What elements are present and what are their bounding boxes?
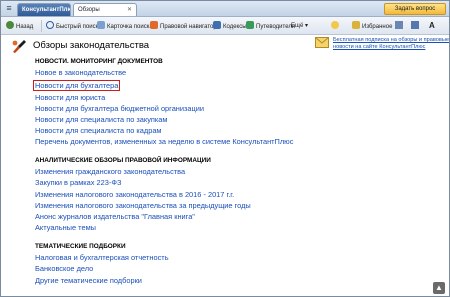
section-heading-analytics: АНАЛИТИЧЕСКИЕ ОБЗОРЫ ПРАВОВОЙ ИНФОРМАЦИИ xyxy=(35,157,211,164)
ask-question-button[interactable]: Задать вопрос xyxy=(384,3,446,15)
codes-icon xyxy=(213,21,221,29)
codes-label: Кодексы xyxy=(223,24,247,30)
navigator-icon xyxy=(150,21,158,29)
link-tax-reporting[interactable]: Налоговая и бухгалтерская отчетность xyxy=(35,253,169,262)
star-icon[interactable] xyxy=(331,21,339,29)
guides-button[interactable]: Путеводители xyxy=(246,21,295,31)
back-arrow-icon xyxy=(6,21,14,29)
link-news-procurement[interactable]: Новости для специалиста по закупкам xyxy=(35,115,168,124)
link-other-topics[interactable]: Другие тематические подборки xyxy=(35,276,142,285)
back-button[interactable]: Назад xyxy=(6,21,33,31)
mail-icon xyxy=(315,37,329,48)
menu-icon[interactable]: ≡ xyxy=(3,3,15,14)
back-label: Назад xyxy=(16,24,34,30)
card-search-icon xyxy=(97,21,105,29)
guides-icon xyxy=(246,21,254,29)
link-tax-2016-2017[interactable]: Изменения налогового законодательства в … xyxy=(35,190,234,199)
section-heading-news: НОВОСТИ. МОНИТОРИНГ ДОКУМЕНТОВ xyxy=(35,58,163,65)
tab-bar: ≡ КонсультантПлюс Обзоры ✕ Задать вопрос xyxy=(1,1,449,17)
link-news-lawyer[interactable]: Новости для юриста xyxy=(35,93,105,102)
more-button[interactable]: Ещё ▾ xyxy=(291,21,308,31)
legal-navigator-label: Правовой навигатор xyxy=(160,24,217,30)
section-heading-topics: ТЕМАТИЧЕСКИЕ ПОДБОРКИ xyxy=(35,243,126,250)
quick-search-button[interactable]: Быстрый поиск xyxy=(46,21,98,31)
card-search-label: Карточка поиска xyxy=(107,24,153,30)
link-223fz[interactable]: Закупки в рамках 223-ФЗ xyxy=(35,178,121,187)
link-news-hr[interactable]: Новости для специалиста по кадрам xyxy=(35,126,162,135)
link-glavnaya-kniga[interactable]: Анонс журналов издательства "Главная кни… xyxy=(35,212,195,221)
link-news-accountant[interactable]: Новости для бухгалтера xyxy=(32,80,121,91)
favorites-label: Избранное xyxy=(362,24,393,30)
tab-consultant[interactable]: КонсультантПлюс xyxy=(17,3,71,16)
favorites-button[interactable]: Избранное xyxy=(352,21,392,31)
page-title: Обзоры законодательства xyxy=(33,40,150,51)
link-civil-law-changes[interactable]: Изменения гражданского законодательства xyxy=(35,167,185,176)
link-weekly-changes[interactable]: Перечень документов, измененных за недел… xyxy=(35,137,293,146)
reviews-logo-icon xyxy=(12,40,26,53)
quick-search-label: Быстрый поиск xyxy=(56,24,99,30)
link-news-budget-accountant[interactable]: Новости для бухгалтера бюджетной организ… xyxy=(35,104,204,113)
link-current-topics[interactable]: Актуальные темы xyxy=(35,223,96,232)
link-banking[interactable]: Банковское дело xyxy=(35,264,93,273)
print-icon[interactable] xyxy=(395,21,403,29)
guides-label: Путеводители xyxy=(256,24,296,30)
save-icon[interactable] xyxy=(411,21,419,29)
close-icon[interactable]: ✕ xyxy=(127,4,132,16)
tab-reviews[interactable]: Обзоры ✕ xyxy=(73,3,137,16)
link-new-legislation[interactable]: Новое в законодательстве xyxy=(35,68,126,77)
font-size-button[interactable]: A xyxy=(429,21,435,31)
link-tax-previous-years[interactable]: Изменения налогового законодательства за… xyxy=(35,201,251,210)
app-window: ≡ КонсультантПлюс Обзоры ✕ Задать вопрос… xyxy=(0,0,450,297)
separator xyxy=(41,20,42,32)
toolbar: Назад Быстрый поиск Карточка поиска Прав… xyxy=(1,17,449,35)
card-search-button[interactable]: Карточка поиска xyxy=(97,21,153,31)
legal-navigator-button[interactable]: Правовой навигатор xyxy=(150,21,217,31)
subscribe-link[interactable]: Бесплатная подписка на обзоры и правовые… xyxy=(333,37,449,51)
favorites-icon xyxy=(352,21,360,29)
scroll-to-top-button[interactable]: ▲ xyxy=(433,282,445,294)
search-icon xyxy=(46,21,54,29)
codes-button[interactable]: Кодексы xyxy=(213,21,247,31)
tab-reviews-label: Обзоры xyxy=(78,7,100,13)
more-label: Ещё xyxy=(291,23,304,29)
